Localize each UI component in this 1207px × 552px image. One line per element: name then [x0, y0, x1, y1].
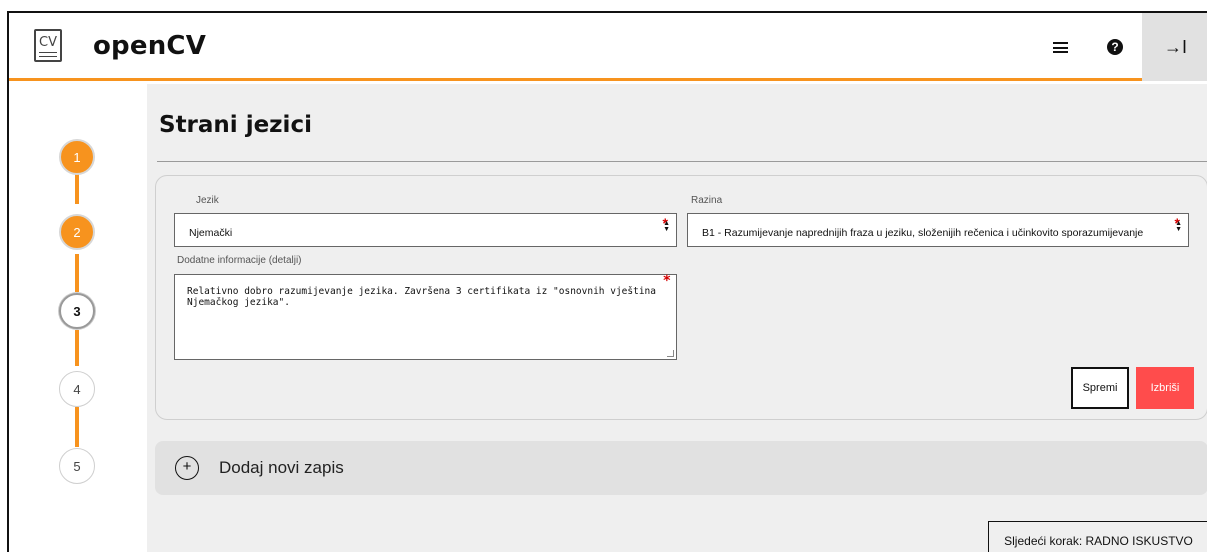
step-connector [75, 174, 79, 204]
delete-button[interactable]: Izbriši [1136, 367, 1194, 409]
step-3[interactable]: 3 [59, 293, 95, 329]
details-value: Relativno dobro razumijevanje jezika. Za… [187, 286, 662, 308]
resize-handle-icon[interactable] [667, 350, 674, 357]
language-value: Njemački [189, 227, 233, 239]
step-5[interactable]: 5 [59, 448, 95, 484]
required-marker: * [662, 273, 671, 289]
add-entry-label: Dodaj novi zapis [219, 458, 344, 477]
language-select[interactable]: Njemački * ▲ ▼ [174, 213, 677, 247]
step-connector [75, 254, 79, 292]
app-window: CV openCV ? →I 1 2 3 4 5 Strani jezici J… [7, 11, 1207, 552]
step-1[interactable]: 1 [59, 139, 95, 175]
step-number: 1 [73, 149, 81, 165]
save-button[interactable]: Spremi [1071, 367, 1129, 409]
app-header: CV openCV ? →I [9, 13, 1207, 81]
title-divider [157, 161, 1207, 162]
chevron-updown-icon: ▲ ▼ [663, 220, 670, 233]
next-step-button[interactable]: Sljedeći korak: RADNO ISKUSTVO [988, 521, 1207, 552]
level-value: B1 - Razumijevanje naprednijih fraza u j… [702, 227, 1144, 239]
details-textarea[interactable]: Relativno dobro razumijevanje jezika. Za… [174, 274, 677, 360]
logo-text: CV [39, 35, 57, 50]
help-button[interactable]: ? [1089, 13, 1141, 81]
arrow-to-right-icon: →I [1163, 36, 1187, 57]
step-number: 4 [73, 381, 81, 397]
question-circle-icon: ? [1107, 39, 1123, 55]
add-entry-button[interactable]: + Dodaj novi zapis [155, 441, 1207, 495]
step-rail: 1 2 3 4 5 [9, 84, 147, 552]
chevron-updown-icon: ▲ ▼ [1175, 220, 1182, 233]
main-content: Strani jezici Jezik Njemački * ▲ ▼ Razina… [147, 84, 1207, 552]
step-number: 2 [73, 224, 81, 240]
logo-icon: CV [34, 29, 62, 62]
level-select[interactable]: B1 - Razumijevanje naprednijih fraza u j… [687, 213, 1189, 247]
page-title: Strani jezici [159, 112, 312, 138]
level-label: Razina [691, 195, 723, 206]
brand-name: openCV [93, 31, 207, 61]
language-label: Jezik [196, 195, 219, 206]
step-4[interactable]: 4 [59, 371, 95, 407]
step-2[interactable]: 2 [59, 214, 95, 250]
menu-button[interactable] [1034, 13, 1086, 81]
step-connector [75, 407, 79, 447]
step-number: 3 [73, 303, 81, 319]
plus-circle-icon: + [175, 456, 199, 480]
hamburger-menu-icon [1052, 41, 1068, 53]
details-label: Dodatne informacije (detalji) [177, 255, 302, 266]
step-connector [75, 330, 79, 366]
step-number: 5 [73, 458, 81, 474]
language-entry-card: Jezik Njemački * ▲ ▼ Razina B1 - Razumije… [155, 175, 1207, 420]
exit-button[interactable]: →I [1142, 13, 1207, 81]
